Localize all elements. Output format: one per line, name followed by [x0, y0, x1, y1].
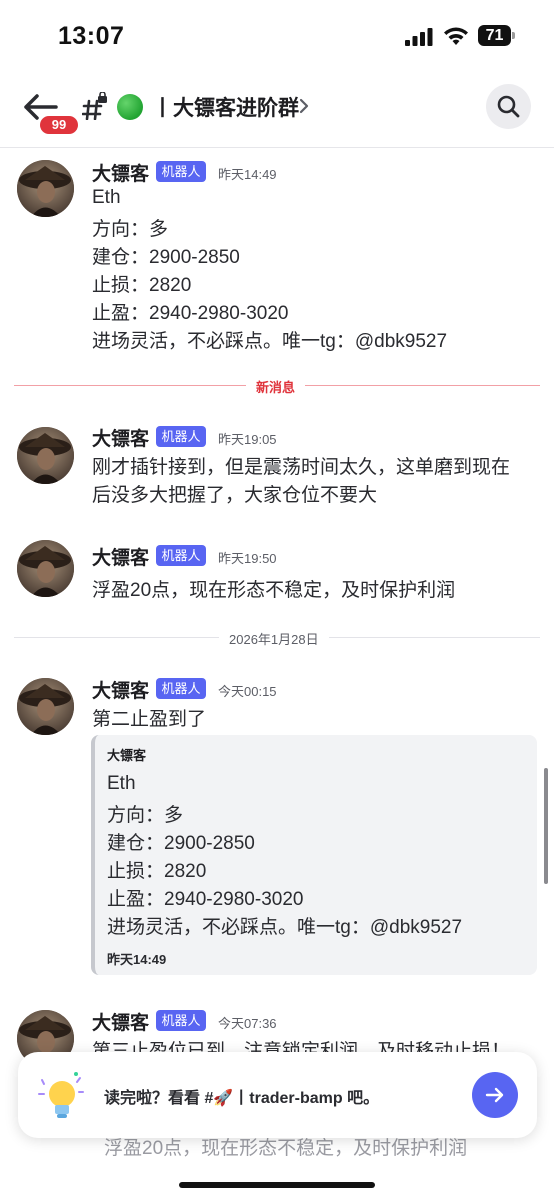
home-indicator[interactable] [179, 1182, 375, 1188]
quoted-line: 进场灵活，不必踩点。唯一tg：@dbk9527 [107, 917, 463, 938]
go-to-channel-button[interactable] [472, 1072, 518, 1118]
next-channel-prompt[interactable]: 读完啦？看看 #🚀丨trader-bamp 吧。 [18, 1052, 537, 1138]
status-bar: 13:07 71 [0, 0, 554, 72]
date-divider-label: 2026年1月28日 [219, 629, 329, 648]
timestamp: 昨天19:50 [218, 551, 277, 566]
bot-tag: 机器人 [156, 1010, 206, 1031]
new-messages-label: 新消息 [246, 377, 306, 396]
quoted-line: 止盈：2940-2980-3020 [107, 889, 304, 910]
search-icon [497, 95, 520, 118]
message-line: 第二止盈到了 [92, 709, 207, 730]
chevron-right-icon[interactable] [298, 97, 310, 115]
quoted-line: 止损：2820 [107, 861, 207, 882]
message-line: 后没多大把握了，大家仓位不要大 [92, 485, 378, 506]
cellular-signal-icon [405, 28, 433, 46]
channel-title[interactable]: 丨大镖客进阶群 [152, 92, 299, 122]
author-name[interactable]: 大镖客 [92, 424, 149, 451]
wifi-icon [444, 27, 468, 45]
lightbulb-icon [38, 1072, 84, 1118]
message-line: 止损：2820 [92, 275, 192, 296]
scrollbar[interactable] [544, 768, 548, 884]
prompt-text: 读完啦？看看 #🚀丨trader-bamp 吧。 [104, 1090, 380, 1107]
quoted-message[interactable]: 大镖客 Eth 方向：多 建仓：2900-2850 止损：2820 止盈：294… [91, 735, 537, 975]
quoted-line: 建仓：2900-2850 [107, 833, 255, 854]
quoted-line: Eth [107, 773, 136, 794]
timestamp: 昨天14:49 [218, 167, 277, 182]
message-line: 浮盈20点，现在形态不稳定，及时保护利润 [92, 580, 456, 601]
author-name[interactable]: 大镖客 [92, 159, 149, 186]
message-line: 建仓：2900-2850 [92, 247, 240, 268]
author-name[interactable]: 大镖客 [92, 1008, 149, 1035]
message-line: 止盈：2940-2980-3020 [92, 303, 289, 324]
locked-channel-hash-icon [82, 92, 107, 120]
quoted-line: 方向：多 [107, 805, 184, 826]
quoted-timestamp: 昨天14:49 [107, 952, 167, 967]
author-name[interactable]: 大镖客 [92, 543, 149, 570]
message-line: 方向：多 [92, 219, 169, 240]
quoted-author: 大镖客 [107, 748, 147, 763]
battery-level: 71 [478, 25, 511, 46]
arrow-right-icon [485, 1087, 504, 1103]
green-circle-emoji [117, 94, 143, 120]
bot-tag: 机器人 [156, 545, 206, 566]
avatar[interactable] [17, 678, 74, 735]
unread-badge: 99 [38, 114, 80, 136]
message-line: Eth [92, 187, 121, 208]
clock: 13:07 [58, 22, 125, 50]
message-line: 刚才插针接到，但是震荡时间太久，这单磨到现在 [92, 457, 511, 478]
bot-tag: 机器人 [156, 161, 206, 182]
avatar[interactable] [17, 427, 74, 484]
search-button[interactable] [486, 84, 531, 129]
timestamp: 昨天19:05 [218, 432, 277, 447]
bot-tag: 机器人 [156, 426, 206, 447]
bot-tag: 机器人 [156, 678, 206, 699]
battery-icon: 71 [478, 25, 515, 46]
timestamp: 今天00:15 [218, 684, 277, 699]
avatar[interactable] [17, 540, 74, 597]
author-name[interactable]: 大镖客 [92, 676, 149, 703]
channel-header: 99 丨大镖客进阶群 [0, 72, 554, 148]
message-line: 进场灵活，不必踩点。唯一tg：@dbk9527 [92, 331, 448, 352]
avatar[interactable] [17, 160, 74, 217]
timestamp: 今天07:36 [218, 1016, 277, 1031]
